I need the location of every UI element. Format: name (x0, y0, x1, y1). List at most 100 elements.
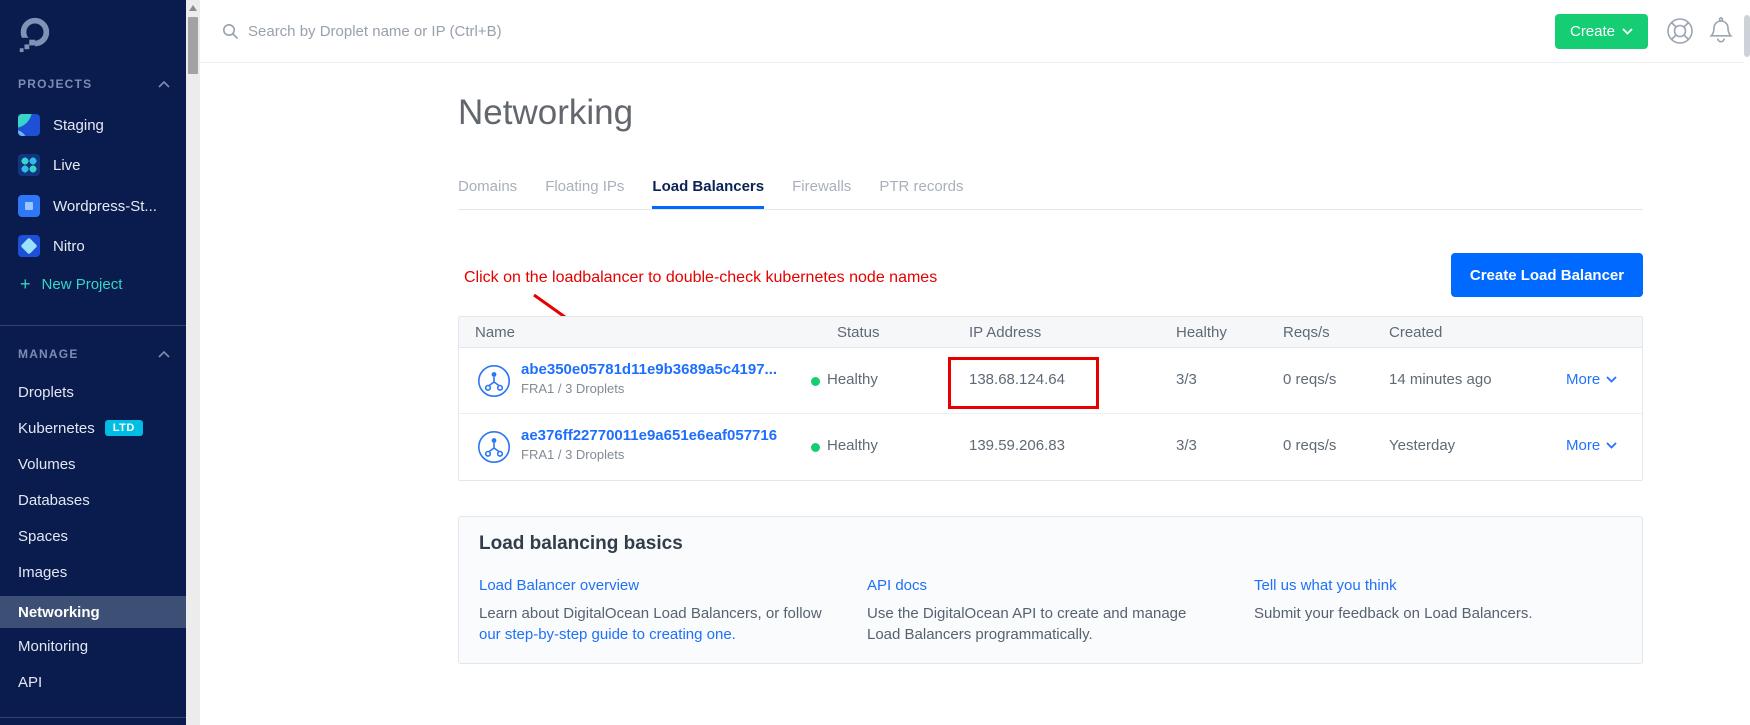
sidebar-item-api[interactable]: API (18, 670, 42, 694)
sidebar: PROJECTS Staging Live Wordpress-St... Ni… (0, 0, 186, 725)
column-healthy: Healthy (1176, 317, 1227, 348)
project-label: Staging (53, 117, 104, 134)
sidebar-item-networking[interactable]: Networking (0, 596, 186, 628)
basics-column-feedback: Tell us what you think Submit your feedb… (1254, 575, 1614, 624)
basics-text: Submit your feedback on Load Balancers. (1254, 605, 1533, 622)
annotation-text: Click on the loadbalancer to double-chec… (464, 269, 937, 287)
projects-section-header[interactable]: PROJECTS (18, 77, 170, 91)
chevron-up-icon (158, 81, 170, 88)
column-reqs: Reqs/s (1283, 317, 1330, 348)
sidebar-item-spaces[interactable]: Spaces (18, 524, 68, 548)
tab-ptr-records[interactable]: PTR records (879, 178, 963, 209)
more-button[interactable]: More (1566, 437, 1617, 454)
created-value: 14 minutes ago (1389, 371, 1492, 388)
tab-domains[interactable]: Domains (458, 178, 517, 209)
basics-text: Use the DigitalOcean API to create and m… (867, 605, 1186, 643)
create-button-label: Create (1570, 23, 1615, 40)
search-input[interactable]: Search by Droplet name or IP (Ctrl+B) (222, 0, 502, 63)
manage-label: MANAGE (18, 347, 79, 361)
column-ip: IP Address (969, 317, 1041, 348)
reqs-value: 0 reqs/s (1283, 371, 1336, 388)
tab-firewalls[interactable]: Firewalls (792, 178, 851, 209)
sidebar-divider (0, 717, 186, 718)
item-label: Images (18, 564, 67, 581)
step-by-step-guide-link[interactable]: our step-by-step guide to creating one. (479, 626, 736, 643)
status-value: Healthy (827, 371, 878, 388)
project-label: Live (53, 157, 81, 174)
created-value: Yesterday (1389, 437, 1455, 454)
ltd-badge: LTD (105, 420, 143, 436)
sidebar-scrollbar[interactable] (186, 0, 200, 725)
search-icon (222, 23, 239, 40)
sidebar-project-staging[interactable]: Staging (18, 113, 104, 137)
api-docs-link[interactable]: API docs (867, 575, 927, 596)
new-project-button[interactable]: + New Project (20, 272, 122, 296)
feedback-link[interactable]: Tell us what you think (1254, 575, 1397, 596)
status-value: Healthy (827, 437, 878, 454)
more-label: More (1566, 437, 1600, 454)
project-staging-icon (18, 114, 40, 136)
load-balancer-region: FRA1 / 3 Droplets (521, 381, 624, 396)
more-button[interactable]: More (1566, 371, 1617, 388)
load-balancer-icon (477, 430, 511, 464)
column-created: Created (1389, 317, 1442, 348)
scrollbar-thumb[interactable] (188, 17, 198, 74)
annotation-highlight-box (948, 357, 1099, 409)
chevron-down-icon (1606, 442, 1617, 449)
item-label: Spaces (18, 528, 68, 545)
column-name: Name (475, 317, 515, 348)
scroll-up-arrow[interactable] (189, 5, 197, 11)
sidebar-item-monitoring[interactable]: Monitoring (18, 634, 88, 658)
load-balancer-overview-link[interactable]: Load Balancer overview (479, 575, 639, 596)
networking-tabs: Domains Floating IPs Load Balancers Fire… (458, 178, 1643, 210)
tab-floating-ips[interactable]: Floating IPs (545, 178, 624, 209)
load-balancer-name-link[interactable]: abe350e05781d11e9b3689a5c4197... (521, 361, 777, 378)
create-load-balancer-button[interactable]: Create Load Balancer (1451, 253, 1643, 297)
table-row[interactable]: abe350e05781d11e9b3689a5c4197... FRA1 / … (459, 348, 1642, 414)
search-placeholder: Search by Droplet name or IP (Ctrl+B) (248, 23, 502, 40)
load-balancing-basics-panel: Load balancing basics Load Balancer over… (458, 516, 1643, 664)
top-bar: Search by Droplet name or IP (Ctrl+B) Cr… (200, 0, 1750, 63)
scrollbar-thumb[interactable] (1744, 15, 1750, 57)
item-label: Networking (18, 604, 100, 621)
basics-column-overview: Load Balancer overview Learn about Digit… (479, 575, 824, 645)
status-dot (811, 443, 820, 452)
chevron-down-icon (1622, 28, 1633, 35)
sidebar-project-wordpress[interactable]: Wordpress-St... (18, 194, 157, 218)
status-dot (811, 377, 820, 386)
item-label: Kubernetes (18, 420, 95, 437)
load-balancer-name-link[interactable]: ae376ff22770011e9a651e6eaf057716 (521, 427, 777, 444)
support-icon[interactable] (1664, 15, 1696, 47)
projects-label: PROJECTS (18, 77, 92, 91)
sidebar-project-live[interactable]: Live (18, 153, 81, 177)
item-label: Droplets (18, 384, 74, 401)
sidebar-item-droplets[interactable]: Droplets (18, 380, 74, 404)
basics-text: Learn about DigitalOcean Load Balancers,… (479, 605, 822, 622)
chevron-down-icon (1606, 376, 1617, 383)
digitalocean-logo[interactable] (15, 15, 53, 53)
basics-column-api: API docs Use the DigitalOcean API to cre… (867, 575, 1187, 645)
item-label: Monitoring (18, 638, 88, 655)
sidebar-item-databases[interactable]: Databases (18, 488, 90, 512)
column-status: Status (837, 317, 880, 348)
basics-title: Load balancing basics (479, 533, 683, 555)
manage-section-header[interactable]: MANAGE (18, 347, 170, 361)
page-title: Networking (458, 93, 633, 133)
sidebar-item-volumes[interactable]: Volumes (18, 452, 76, 476)
sidebar-item-images[interactable]: Images (18, 560, 67, 584)
plus-icon: + (20, 275, 31, 293)
load-balancer-table: Name Status IP Address Healthy Reqs/s Cr… (458, 316, 1643, 481)
tab-load-balancers[interactable]: Load Balancers (652, 178, 764, 209)
sidebar-divider (0, 325, 186, 326)
create-button[interactable]: Create (1555, 14, 1648, 49)
healthy-value: 3/3 (1176, 437, 1197, 454)
sidebar-project-nitro[interactable]: Nitro (18, 234, 85, 258)
project-label: Nitro (53, 238, 85, 255)
new-project-label: New Project (42, 276, 123, 293)
healthy-value: 3/3 (1176, 371, 1197, 388)
table-row[interactable]: ae376ff22770011e9a651e6eaf057716 FRA1 / … (459, 414, 1642, 480)
notifications-bell-icon[interactable] (1706, 15, 1738, 47)
item-label: API (18, 674, 42, 691)
item-label: Databases (18, 492, 90, 509)
sidebar-item-kubernetes[interactable]: Kubernetes LTD (18, 416, 143, 440)
